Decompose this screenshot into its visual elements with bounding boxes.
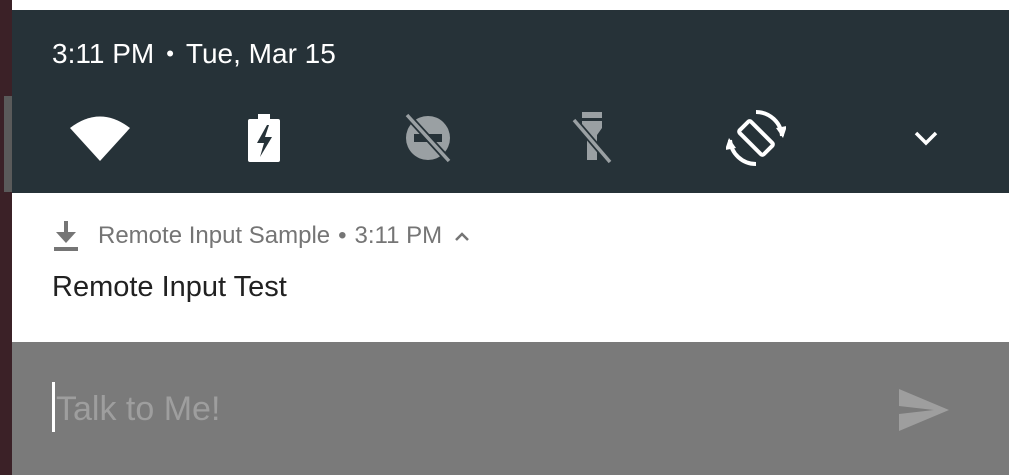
battery-tile[interactable] xyxy=(232,110,296,166)
send-button[interactable] xyxy=(892,378,956,442)
scrollbar-thumb[interactable] xyxy=(4,96,12,192)
notification-title: Remote Input Test xyxy=(52,271,287,303)
notification-time: 3:11 PM xyxy=(354,222,443,249)
battery-charging-icon xyxy=(248,114,280,162)
status-time: 3:11 PM xyxy=(52,38,155,69)
collapse-notification-button[interactable] xyxy=(454,231,470,242)
top-margin xyxy=(0,0,1009,10)
flashlight-off-icon xyxy=(571,112,613,165)
dnd-tile[interactable] xyxy=(396,110,460,166)
expand-button[interactable] xyxy=(894,110,958,166)
remote-input-bar xyxy=(12,342,1009,475)
notification-app-name: Remote Input Sample xyxy=(98,222,331,249)
wifi-icon xyxy=(70,116,130,161)
status-date[interactable]: Tue, Mar 15 xyxy=(186,38,336,69)
text-cursor xyxy=(52,382,55,432)
reply-input[interactable] xyxy=(52,384,876,434)
notification-header-separator: • xyxy=(338,222,347,249)
dnd-off-icon xyxy=(404,112,452,164)
flashlight-tile[interactable] xyxy=(560,110,624,166)
rotate-tile[interactable] xyxy=(724,109,788,167)
chevron-down-icon xyxy=(914,131,938,146)
auto-rotate-icon xyxy=(726,109,786,167)
send-icon xyxy=(899,389,949,431)
notification-card[interactable]: Remote Input Sample • 3:11 PM Remote Input… xyxy=(12,193,1009,342)
background-edge xyxy=(0,0,12,475)
chevron-up-icon xyxy=(455,231,470,241)
download-icon xyxy=(54,221,78,251)
status-header: 3:11 PM • Tue, Mar 15 xyxy=(52,36,336,72)
notification-header: Remote Input Sample • 3:11 PM xyxy=(52,219,470,253)
wifi-tile[interactable] xyxy=(68,110,132,166)
status-separator: • xyxy=(166,41,174,66)
quick-settings-panel: 3:11 PM • Tue, Mar 15 xyxy=(12,10,1009,193)
